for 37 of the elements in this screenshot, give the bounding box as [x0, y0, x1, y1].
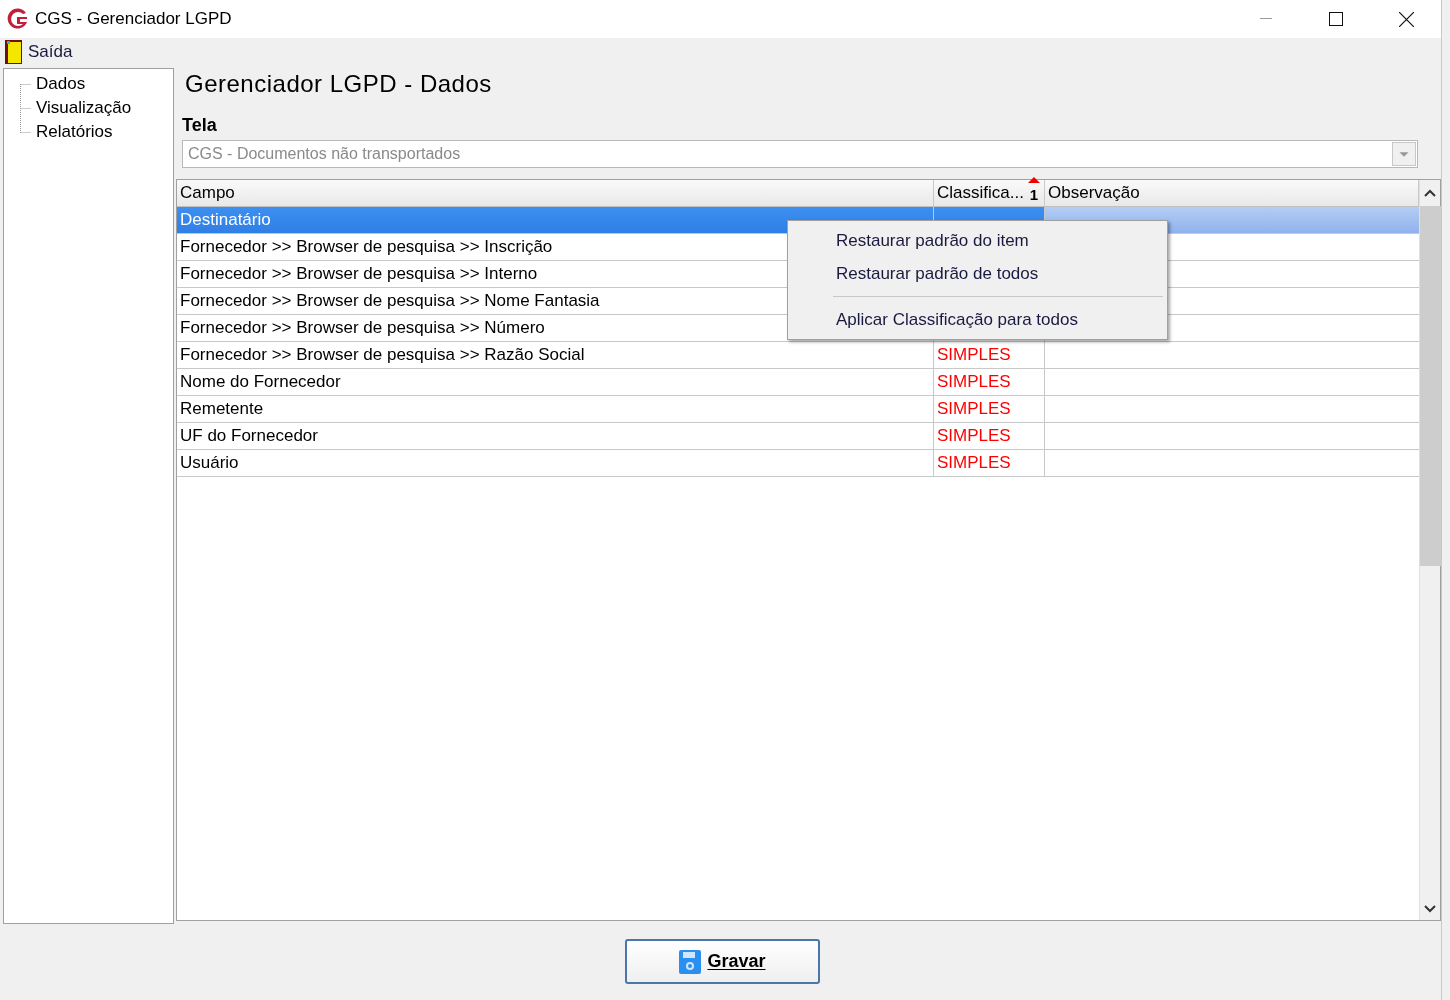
table-cell: Nome do Fornecedor	[177, 369, 934, 395]
select-value: CGS - Documentos não transportados	[188, 144, 462, 164]
scrollbar-thumb[interactable]	[1419, 206, 1441, 566]
table-cell: Usuário	[177, 450, 934, 476]
vertical-scrollbar[interactable]	[1419, 180, 1440, 920]
maximize-icon	[1329, 12, 1343, 26]
table-cell: Fornecedor >> Browser de pesquisa >> Razão Social	[177, 342, 934, 368]
column-header[interactable]: Campo	[177, 180, 934, 206]
app-logo-icon	[6, 7, 30, 31]
tree-item[interactable]: Dados	[36, 71, 86, 97]
tree-item[interactable]: Relatórios	[36, 119, 113, 145]
tree-item[interactable]: Visualização	[36, 95, 132, 121]
table-row[interactable]: Usuário SIMPLES	[177, 450, 1419, 477]
window-title: CGS - Gerenciador LGPD	[35, 8, 232, 31]
table-cell: UF do Fornecedor	[177, 423, 934, 449]
field-label: Tela	[182, 115, 218, 135]
page-heading: Gerenciador LGPD - Dados	[185, 70, 493, 98]
column-header[interactable]: Classifica... 1	[934, 180, 1045, 206]
table-row[interactable]: Fornecedor >> Browser de pesquisa >> Razão Social SIMPLES	[177, 342, 1419, 369]
table-cell: SIMPLES	[934, 396, 1045, 422]
close-icon	[1398, 11, 1414, 27]
table-row[interactable]: Nome do Fornecedor SIMPLES	[177, 369, 1419, 396]
menu-item[interactable]: Saída	[5, 39, 73, 65]
scroll-down-icon[interactable]	[1424, 905, 1436, 913]
table-cell: SIMPLES	[934, 369, 1045, 395]
table-cell: SIMPLES	[934, 423, 1045, 449]
table-cell: Remetente	[177, 396, 934, 422]
table-row[interactable]: UF do Fornecedor SIMPLES	[177, 423, 1419, 450]
sort-indicator: 1	[1029, 179, 1038, 207]
table-cell: SIMPLES	[934, 450, 1045, 476]
save-button[interactable]: Gravar	[625, 939, 820, 984]
screen-select[interactable]: CGS - Documentos não transportados	[182, 140, 1418, 168]
exit-door-icon	[5, 40, 22, 64]
table-row[interactable]: Remetente SIMPLES	[177, 396, 1419, 423]
scroll-up-icon[interactable]	[1424, 189, 1436, 197]
minimize-icon	[1260, 18, 1272, 20]
table-cell: SIMPLES	[934, 342, 1045, 368]
